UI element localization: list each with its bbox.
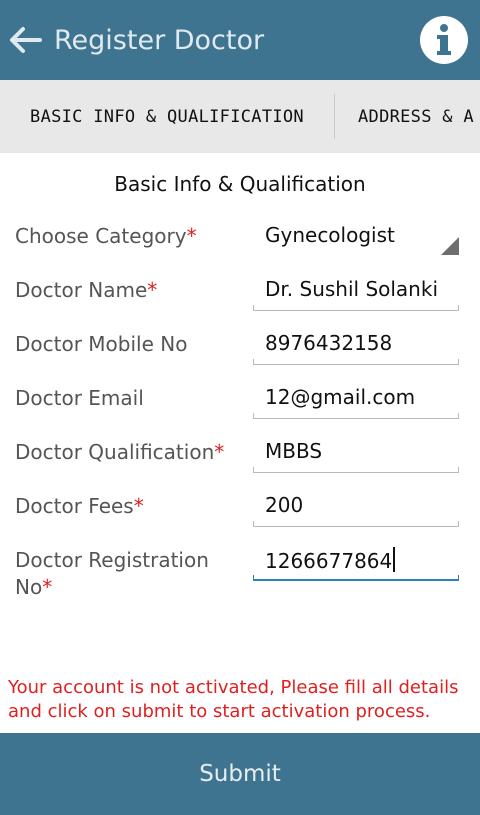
email-value: 12@gmail.com: [265, 385, 416, 409]
submit-label: Submit: [199, 761, 281, 787]
required-marker: *: [214, 440, 225, 464]
email-input[interactable]: 12@gmail.com: [253, 379, 459, 419]
doctor-name-value: Dr. Sushil Solanki: [265, 277, 438, 301]
required-marker: *: [42, 575, 53, 599]
fees-label: Doctor Fees*: [15, 493, 144, 520]
category-spinner[interactable]: Gynecologist: [253, 217, 459, 257]
input-underline: [253, 305, 459, 311]
email-label: Doctor Email: [15, 385, 144, 412]
info-button[interactable]: [420, 16, 468, 64]
registration-value-wrap: 1266677864: [265, 547, 396, 573]
registration-label: Doctor Registration No*: [15, 547, 209, 601]
category-value: Gynecologist: [265, 223, 395, 247]
required-marker: *: [133, 494, 144, 518]
input-underline-focused: [253, 575, 459, 581]
registration-label-line2: No: [15, 575, 43, 599]
category-label-text: Choose Category: [15, 224, 187, 248]
doctor-name-label: Doctor Name*: [15, 277, 157, 304]
qualification-input[interactable]: MBBS: [253, 433, 459, 473]
email-label-text: Doctor Email: [15, 386, 144, 410]
mobile-label-text: Doctor Mobile No: [15, 332, 188, 356]
required-marker: *: [186, 224, 197, 248]
arrow-left-icon: [10, 27, 42, 53]
registration-value: 1266677864: [265, 549, 393, 573]
qualification-value: MBBS: [265, 439, 323, 463]
mobile-label: Doctor Mobile No: [15, 331, 187, 358]
tab-divider: [334, 94, 335, 139]
page-title: Register Doctor: [54, 24, 265, 56]
section-title: Basic Info & Qualification: [114, 172, 366, 196]
tab-bar: BASIC INFO & QUALIFICATION ADDRESS & A: [0, 80, 480, 153]
text-cursor: [393, 547, 396, 572]
mobile-value: 8976432158: [265, 331, 393, 355]
fees-value: 200: [265, 493, 304, 517]
input-underline: [253, 413, 459, 419]
fees-input[interactable]: 200: [253, 487, 459, 527]
submit-button[interactable]: Submit: [0, 733, 480, 815]
mobile-input[interactable]: 8976432158: [253, 325, 459, 365]
qualification-label: Doctor Qualification*: [15, 439, 224, 466]
registration-input[interactable]: 1266677864: [253, 541, 459, 581]
tab-address[interactable]: ADDRESS & A: [336, 80, 480, 153]
info-icon: [437, 24, 451, 55]
activation-warning: Your account is not activated, Please fi…: [8, 677, 459, 722]
registration-label-line1: Doctor Registration: [15, 548, 209, 572]
doctor-name-label-text: Doctor Name: [15, 278, 148, 302]
input-underline: [253, 521, 459, 527]
input-underline: [253, 467, 459, 473]
back-button[interactable]: [0, 0, 50, 80]
input-underline: [253, 359, 459, 365]
tab-basic-info[interactable]: BASIC INFO & QUALIFICATION: [0, 80, 334, 153]
qualification-label-text: Doctor Qualification: [15, 440, 215, 464]
fees-label-text: Doctor Fees: [15, 494, 134, 518]
dropdown-triangle-icon: [441, 237, 459, 255]
category-label: Choose Category*: [15, 223, 197, 250]
required-marker: *: [147, 278, 158, 302]
doctor-name-input[interactable]: Dr. Sushil Solanki: [253, 271, 459, 311]
app-bar: Register Doctor: [0, 0, 480, 80]
